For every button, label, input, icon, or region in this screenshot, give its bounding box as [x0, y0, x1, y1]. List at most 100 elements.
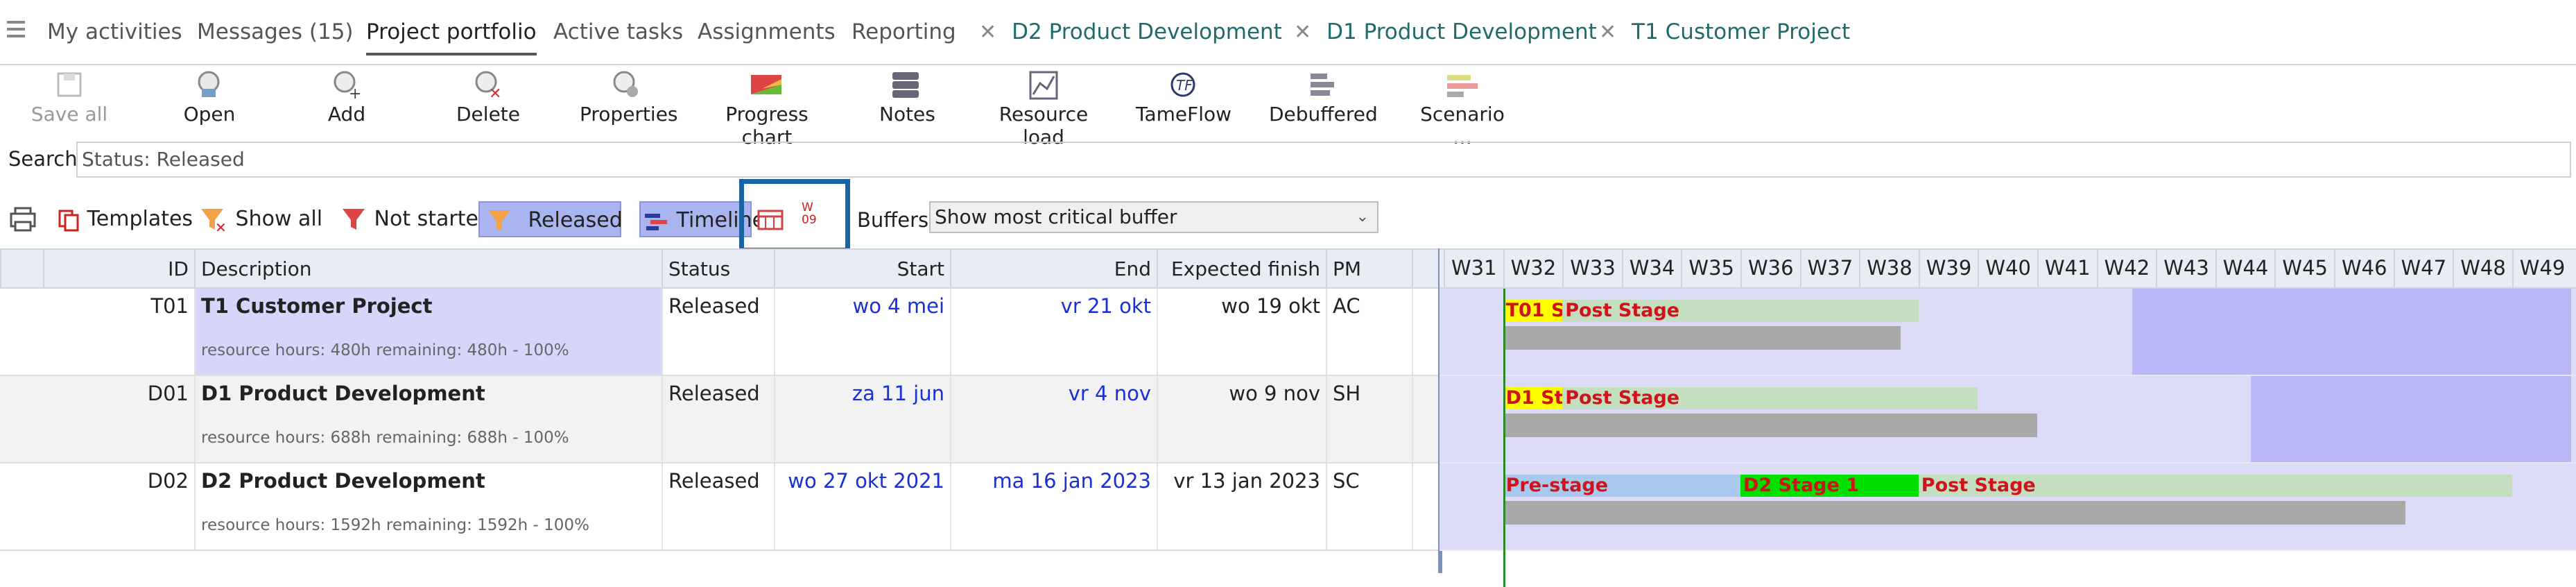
tab-assignments[interactable]: Assignments — [698, 19, 836, 44]
close-icon[interactable]: ✕ — [1599, 20, 1616, 44]
cell-expected-finish: wo 9 nov — [1157, 376, 1326, 462]
svg-text:✕: ✕ — [215, 219, 227, 234]
week-label: W44 — [2215, 248, 2275, 287]
cell-id: D02 — [147, 469, 189, 493]
notes-label: Notes — [879, 103, 935, 126]
save-all-button[interactable]: Save all — [31, 69, 108, 126]
week-label: W35 — [1681, 248, 1740, 287]
column-header-extra — [1412, 250, 1438, 289]
search-input[interactable]: Status: Released — [76, 142, 2571, 178]
buffers-select[interactable]: Show most critical buffer ⌄ — [929, 201, 1378, 233]
cell-start: wo 27 okt 2021 — [774, 463, 950, 550]
stage-bar[interactable]: Post Stage — [1562, 387, 1978, 409]
not-started-button[interactable]: Not started — [340, 201, 492, 237]
funnel-clear-icon: ✕ — [201, 208, 227, 236]
show-all-label: Show all — [235, 207, 323, 231]
week-label: W40 — [1978, 248, 2037, 287]
close-icon[interactable]: ✕ — [1294, 20, 1311, 44]
schedule-bar[interactable] — [1503, 326, 1901, 350]
templates-button[interactable]: Templates — [57, 201, 193, 237]
close-icon[interactable]: ✕ — [979, 20, 996, 44]
open-button[interactable]: Open — [182, 69, 237, 126]
week-label: W46 — [2334, 248, 2394, 287]
tab-label: T1 Customer Project — [1632, 19, 1851, 44]
tab-project-portfolio[interactable]: Project portfolio — [366, 19, 537, 56]
table-row[interactable]: D02 D2 Product Development resource hour… — [0, 463, 1438, 551]
menu-icon[interactable] — [7, 21, 25, 42]
today-line — [1503, 289, 1505, 587]
cell-extra — [1412, 289, 1438, 375]
tab-d1-product-development[interactable]: ✕ D1 Product Development — [1294, 19, 1597, 44]
week-label: W42 — [2096, 248, 2156, 287]
week-label: W33 — [1562, 248, 1622, 287]
stage-bar[interactable]: Post Stage — [1562, 300, 1919, 322]
week-label: W31 — [1444, 248, 1503, 287]
week-label: W45 — [2274, 248, 2334, 287]
properties-icon — [613, 71, 638, 97]
tab-reporting[interactable]: Reporting — [852, 19, 956, 44]
column-header-end[interactable]: End — [950, 250, 1157, 289]
cell-start: wo 4 mei — [774, 289, 950, 375]
column-header-description[interactable]: Description — [194, 250, 662, 289]
funnel-icon — [488, 210, 510, 231]
progress-chart-button[interactable]: Progress chart — [699, 69, 835, 148]
search-label: Search — [8, 147, 78, 171]
tab-t1-customer-project[interactable]: ✕ T1 Customer Project — [1599, 19, 1850, 44]
save-all-label: Save all — [31, 103, 108, 126]
cell-end: vr 21 okt — [950, 289, 1157, 375]
cell-end: vr 4 nov — [950, 376, 1157, 462]
schedule-bar[interactable] — [1503, 501, 2405, 525]
resource-load-button[interactable]: Resource load — [978, 69, 1109, 148]
row-selector-header — [0, 250, 43, 289]
tab-d2-product-development[interactable]: ✕ D2 Product Development — [979, 19, 1282, 44]
add-icon: + — [334, 71, 361, 100]
stage-bar[interactable]: Post Stage — [1918, 475, 2512, 497]
grid-header: ID Description Status Start End Expected… — [0, 248, 1438, 289]
column-header-status[interactable]: Status — [662, 250, 774, 289]
stage-bar[interactable]: D1 Stage — [1503, 387, 1602, 409]
scenario-button[interactable]: Scenario … — [1408, 69, 1517, 148]
table-row[interactable]: D01 D1 Product Development resource hour… — [0, 376, 1438, 463]
week-label: W43 — [2156, 248, 2215, 287]
column-header-expected-finish[interactable]: Expected finish — [1157, 250, 1326, 289]
week-label: W37 — [1799, 248, 1860, 287]
add-button[interactable]: + Add — [326, 69, 368, 126]
tab-my-activities[interactable]: My activities — [47, 19, 182, 44]
tab-messages[interactable]: Messages (15) — [197, 19, 354, 44]
stage-bar[interactable]: T01 Stage — [1503, 300, 1612, 322]
week-label: W39 — [1918, 248, 1978, 287]
schedule-bar[interactable] — [1503, 414, 2037, 437]
released-button[interactable]: Released — [478, 201, 623, 237]
templates-icon — [58, 210, 79, 231]
debuffered-button[interactable]: Debuffered — [1269, 69, 1378, 126]
stage-bar[interactable]: Pre-stage — [1503, 475, 1740, 497]
tab-label: D2 Product Development — [1012, 19, 1282, 44]
resource-hours: resource hours: 1592h remaining: 1592h -… — [201, 516, 589, 534]
cell-status: Released — [662, 376, 774, 462]
cell-description: T1 Customer Project resource hours: 480h… — [194, 289, 662, 375]
notes-button[interactable]: Notes — [879, 69, 935, 126]
week-label: W32 — [1503, 248, 1563, 287]
cell-extra — [1412, 376, 1438, 462]
table-row[interactable]: T01 T1 Customer Project resource hours: … — [0, 289, 1438, 376]
tab-active-tasks[interactable]: Active tasks — [553, 19, 683, 44]
delete-button[interactable]: ✕ Delete — [455, 69, 521, 126]
cell-status: Released — [662, 463, 774, 550]
progress-chart-icon — [751, 75, 781, 94]
tameflow-button[interactable]: TF TameFlow — [1136, 69, 1231, 126]
column-header-start[interactable]: Start — [774, 250, 950, 289]
print-icon[interactable] — [8, 205, 39, 236]
stage-bar[interactable]: D2 Stage 1 — [1740, 475, 1919, 497]
properties-button[interactable]: Properties — [580, 69, 678, 126]
cell-start: za 11 jun — [774, 376, 950, 462]
tameflow-icon: TF — [1170, 72, 1195, 97]
timeline-button[interactable]: Timeline — [639, 201, 765, 237]
cell-end: ma 16 jan 2023 — [950, 463, 1157, 550]
week-label: W34 — [1621, 248, 1682, 287]
tab-label: D1 Product Development — [1326, 19, 1597, 44]
debuffered-icon — [1311, 74, 1334, 96]
released-label: Released — [528, 208, 623, 232]
column-header-pm[interactable]: PM — [1326, 250, 1412, 289]
column-header-id[interactable]: ID — [43, 250, 194, 289]
show-all-button[interactable]: ✕ Show all — [198, 201, 322, 237]
